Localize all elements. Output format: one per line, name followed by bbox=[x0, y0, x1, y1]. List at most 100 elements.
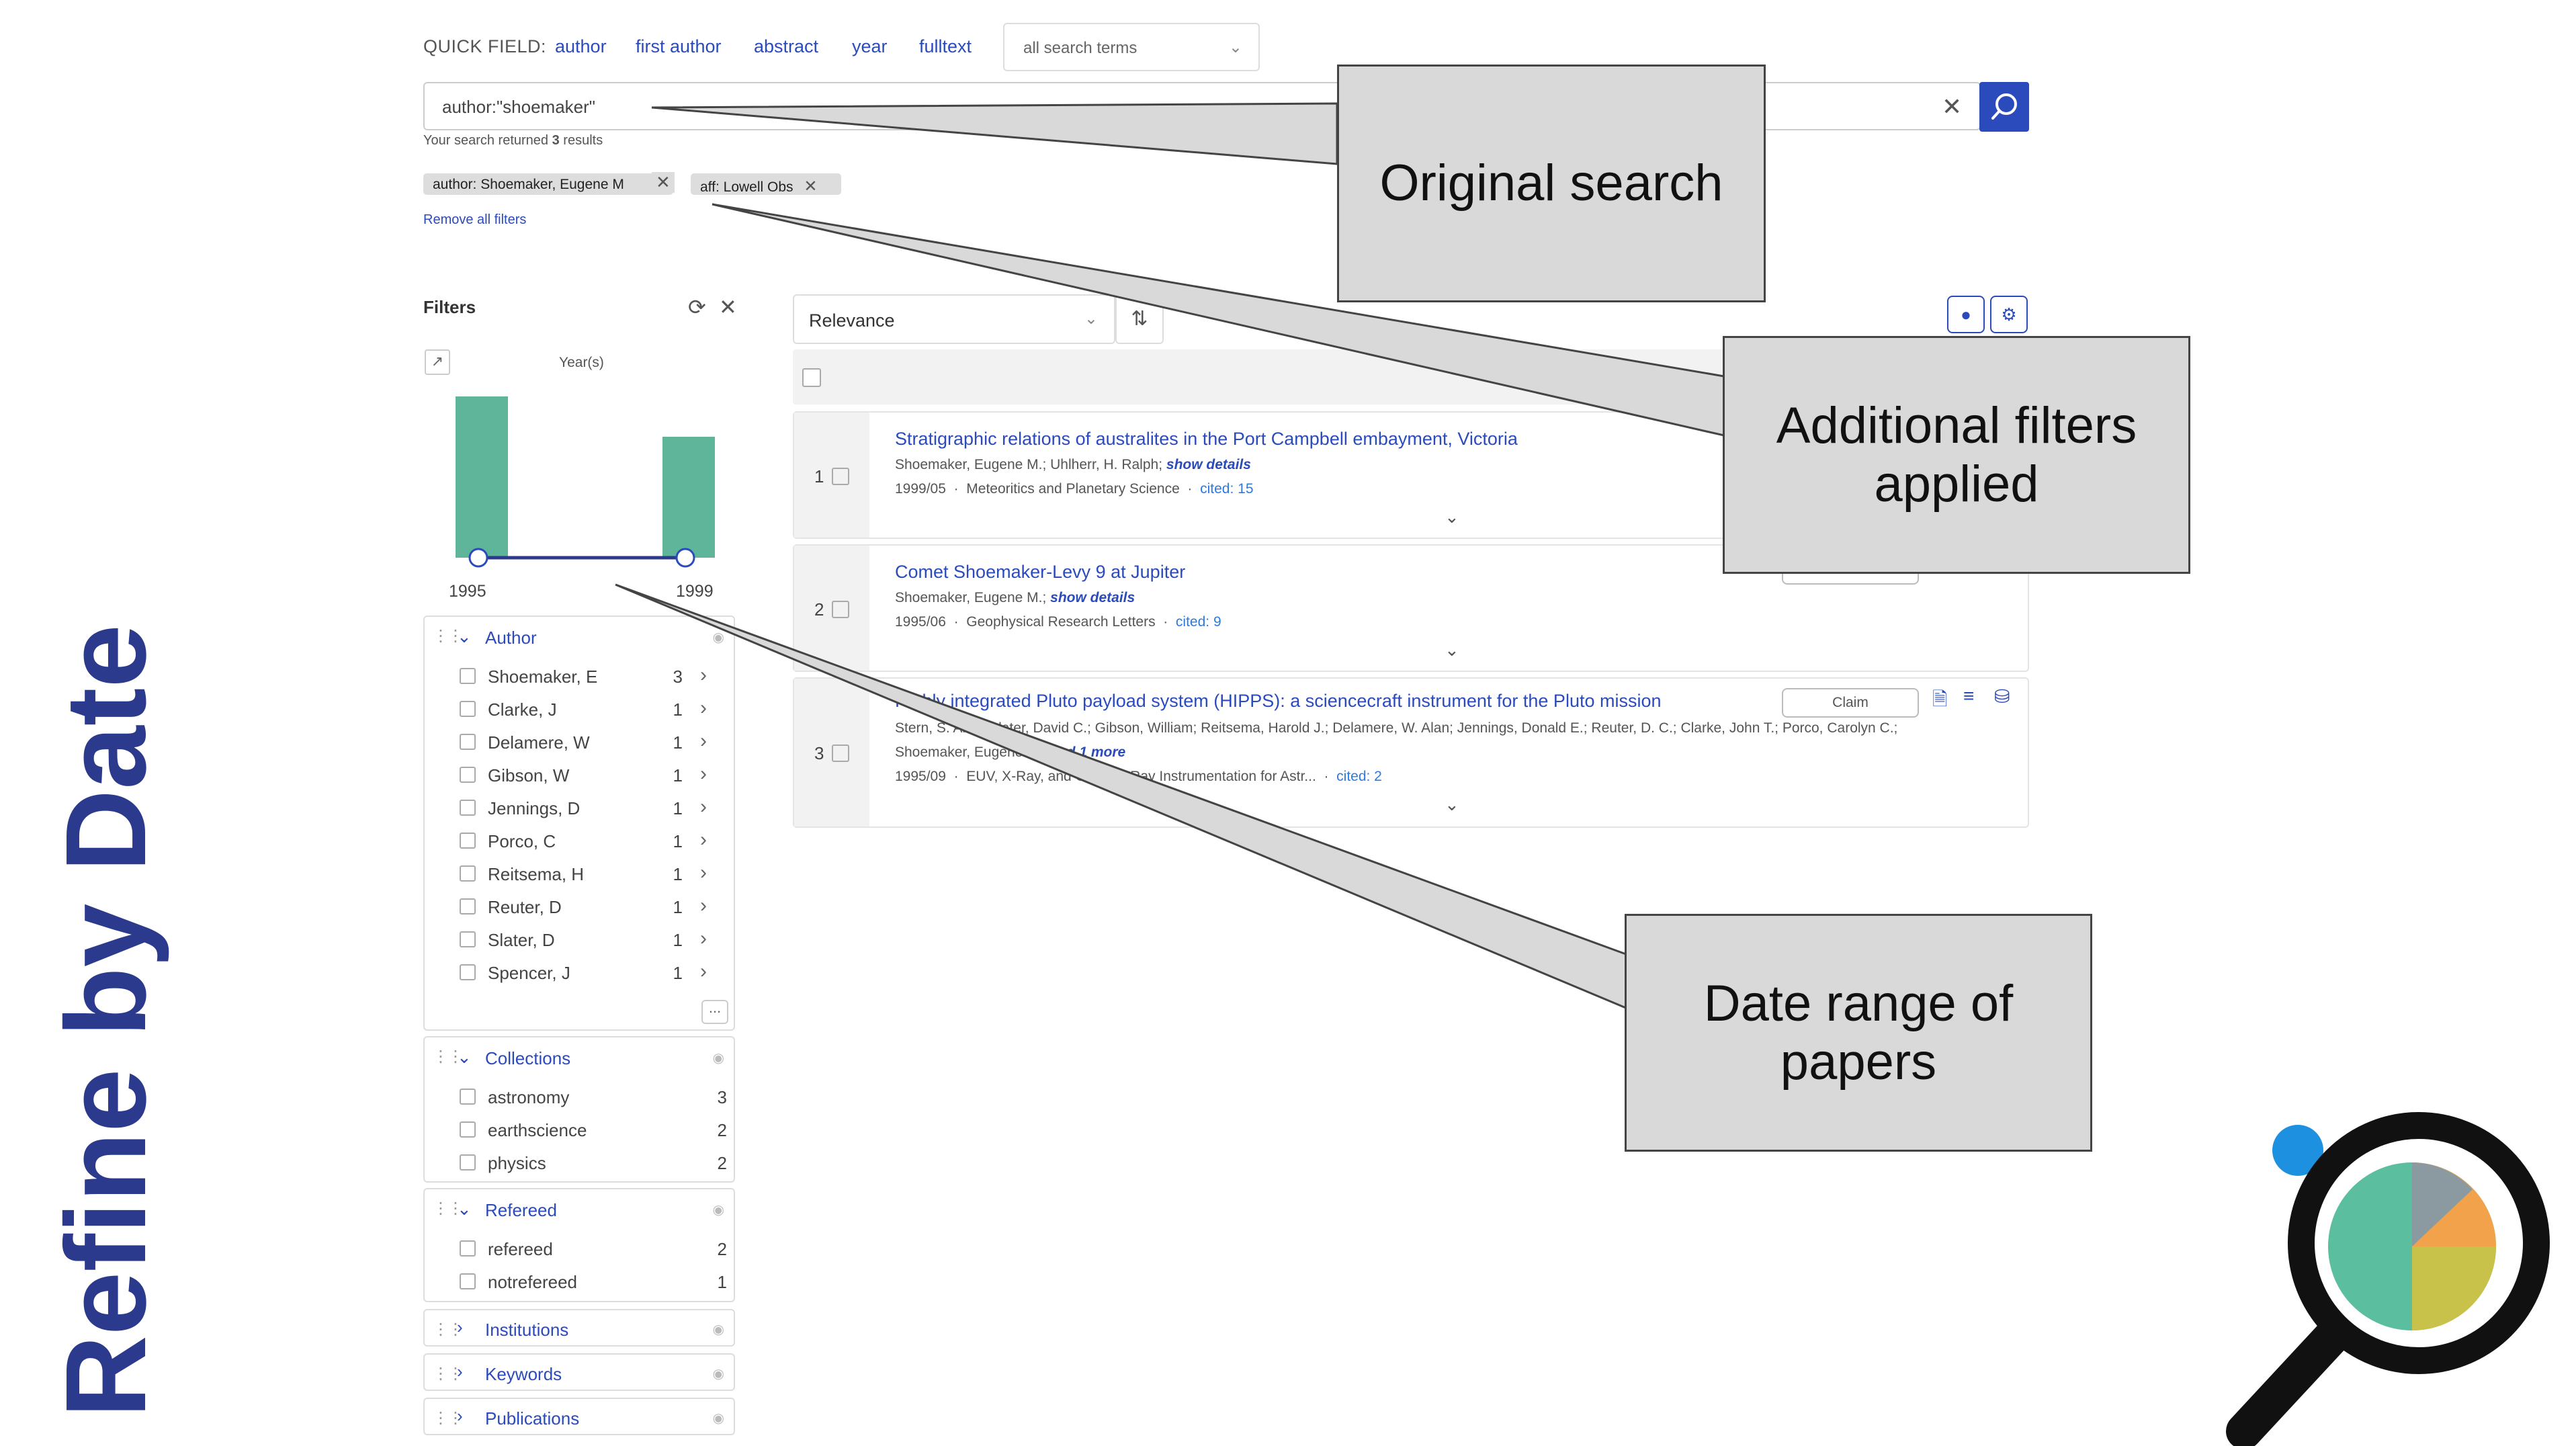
facet-row[interactable]: Reitsema, H 1 › bbox=[425, 859, 734, 891]
facet-row[interactable]: Gibson, W 1 › bbox=[425, 760, 734, 792]
result-cited-link[interactable]: cited: 9 bbox=[1176, 614, 1221, 630]
facet-checkbox[interactable] bbox=[460, 767, 476, 783]
chevron-right-icon[interactable]: › bbox=[700, 730, 707, 753]
quick-field-year[interactable]: year bbox=[852, 36, 888, 57]
facet-checkbox[interactable] bbox=[460, 668, 476, 684]
facet-checkbox[interactable] bbox=[460, 1273, 476, 1289]
facet-row[interactable]: Reuter, D 1 › bbox=[425, 892, 734, 924]
results-count-line: Your search returned 3 results bbox=[423, 133, 603, 148]
chevron-right-icon[interactable]: › bbox=[700, 960, 707, 983]
quick-field-abstract[interactable]: abstract bbox=[754, 36, 818, 57]
institutions-facet[interactable]: ⋮⋮ › Institutions ◉ bbox=[423, 1309, 735, 1347]
collections-facet-header[interactable]: ⋮⋮ ⌄ Collections ◉ bbox=[425, 1037, 734, 1076]
notification-bell-button[interactable]: ● bbox=[1947, 296, 1985, 333]
facet-row[interactable]: Clarke, J 1 › bbox=[425, 694, 734, 726]
refereed-facet-header[interactable]: ⋮⋮ ⌄ Refereed ◉ bbox=[425, 1189, 734, 1228]
facet-row[interactable]: notrefereed 1 bbox=[425, 1267, 734, 1299]
eye-icon[interactable]: ◉ bbox=[713, 1321, 724, 1338]
close-filters-icon[interactable]: ✕ bbox=[719, 294, 737, 320]
expand-chart-icon[interactable]: ↗ bbox=[425, 349, 450, 375]
expand-result-icon[interactable]: ⌄ bbox=[1445, 507, 1459, 527]
chevron-down-icon: ⌄ bbox=[457, 626, 472, 646]
facet-checkbox[interactable] bbox=[460, 701, 476, 717]
facet-checkbox[interactable] bbox=[460, 1089, 476, 1105]
chevron-right-icon[interactable]: › bbox=[700, 828, 707, 851]
remove-all-filters-link[interactable]: Remove all filters bbox=[423, 212, 526, 228]
quick-field-fulltext[interactable]: fulltext bbox=[919, 36, 972, 57]
result-title-link[interactable]: Highly integrated Pluto payload system (… bbox=[895, 691, 1662, 712]
chevron-right-icon[interactable]: › bbox=[700, 796, 707, 818]
facet-checkbox[interactable] bbox=[460, 800, 476, 816]
chevron-right-icon[interactable]: › bbox=[700, 664, 707, 687]
search-button[interactable] bbox=[1979, 82, 2029, 132]
keywords-facet[interactable]: ⋮⋮ › Keywords ◉ bbox=[423, 1353, 735, 1391]
search-terms-select[interactable]: all search terms ⌄ bbox=[1003, 23, 1260, 71]
eye-icon[interactable]: ◉ bbox=[713, 1050, 724, 1066]
eye-icon[interactable]: ◉ bbox=[713, 1201, 724, 1218]
year-bar-1999[interactable] bbox=[662, 437, 715, 558]
claim-button[interactable]: Claim bbox=[1782, 688, 1919, 718]
database-icon[interactable]: ⛁ bbox=[1994, 685, 2010, 708]
sort-select[interactable]: Relevance ⌄ bbox=[793, 294, 1115, 344]
facet-checkbox[interactable] bbox=[460, 865, 476, 882]
facet-checkbox[interactable] bbox=[460, 898, 476, 915]
facet-row[interactable]: Jennings, D 1 › bbox=[425, 793, 734, 825]
author-facet-header[interactable]: ⋮⋮ ⌄ Author ◉ bbox=[425, 617, 734, 656]
result-checkbox[interactable] bbox=[832, 745, 849, 762]
results-count: 3 bbox=[552, 133, 560, 148]
quick-field-first-author[interactable]: first author bbox=[636, 36, 722, 57]
eye-icon[interactable]: ◉ bbox=[713, 1410, 724, 1427]
sort-order-button[interactable]: ⇅ bbox=[1115, 294, 1164, 344]
facet-checkbox[interactable] bbox=[460, 734, 476, 750]
show-details-link[interactable]: show details bbox=[1050, 590, 1135, 605]
remove-chip-author-icon[interactable]: ✕ bbox=[652, 172, 675, 193]
remove-chip-aff-icon[interactable]: ✕ bbox=[804, 177, 817, 195]
result-cited-link[interactable]: cited: 15 bbox=[1200, 481, 1253, 497]
settings-button[interactable]: ⚙ bbox=[1990, 296, 2028, 333]
result-title-link[interactable]: Stratigraphic relations of australites i… bbox=[895, 429, 1518, 450]
facet-checkbox[interactable] bbox=[460, 1154, 476, 1171]
more-authors-button[interactable]: ... bbox=[701, 1000, 728, 1024]
quick-field-author[interactable]: author bbox=[555, 36, 607, 57]
facet-row[interactable]: earthscience 2 bbox=[425, 1115, 734, 1147]
chevron-right-icon[interactable]: › bbox=[700, 927, 707, 950]
chevron-right-icon[interactable]: › bbox=[700, 763, 707, 785]
select-all-checkbox[interactable] bbox=[802, 368, 821, 387]
facet-checkbox[interactable] bbox=[460, 1121, 476, 1138]
document-icon[interactable]: 🗎 bbox=[1932, 685, 1948, 718]
facet-row[interactable]: astronomy 3 bbox=[425, 1082, 734, 1114]
clear-search-icon[interactable]: ✕ bbox=[1942, 93, 1962, 121]
eye-icon[interactable]: ◉ bbox=[713, 629, 724, 646]
facet-checkbox[interactable] bbox=[460, 931, 476, 947]
facet-row[interactable]: physics 2 bbox=[425, 1148, 734, 1180]
facet-row[interactable]: Spencer, J 1 › bbox=[425, 958, 734, 990]
facet-checkbox[interactable] bbox=[460, 1240, 476, 1257]
expand-result-icon[interactable]: ⌄ bbox=[1445, 794, 1459, 815]
year-range-end-handle[interactable] bbox=[675, 548, 695, 568]
show-details-link[interactable]: show details bbox=[1166, 457, 1251, 472]
publications-facet[interactable]: ⋮⋮ › Publications ◉ bbox=[423, 1398, 735, 1435]
more-authors-link[interactable]: and 1 more bbox=[1050, 745, 1125, 760]
list-icon[interactable]: ≡ bbox=[1963, 685, 1974, 707]
year-bar-1995[interactable] bbox=[456, 396, 508, 558]
refresh-icon[interactable]: ⟳ bbox=[688, 294, 706, 320]
facet-row[interactable]: Porco, C 1 › bbox=[425, 826, 734, 858]
result-title-link[interactable]: Comet Shoemaker-Levy 9 at Jupiter bbox=[895, 562, 1185, 583]
facet-row[interactable]: refereed 2 bbox=[425, 1234, 734, 1266]
eye-icon[interactable]: ◉ bbox=[713, 1365, 724, 1382]
facet-row[interactable]: Shoemaker, E 3 › bbox=[425, 661, 734, 693]
result-checkbox[interactable] bbox=[832, 468, 849, 485]
facet-checkbox[interactable] bbox=[460, 964, 476, 980]
result-cited-link[interactable]: cited: 2 bbox=[1336, 769, 1382, 784]
facet-row-label: Slater, D bbox=[488, 930, 555, 950]
result-date: 1995/06 bbox=[895, 614, 946, 630]
facet-row[interactable]: Slater, D 1 › bbox=[425, 925, 734, 957]
result-checkbox[interactable] bbox=[832, 601, 849, 618]
chevron-right-icon[interactable]: › bbox=[700, 861, 707, 884]
facet-checkbox[interactable] bbox=[460, 833, 476, 849]
year-range-start-handle[interactable] bbox=[468, 548, 488, 568]
chevron-right-icon[interactable]: › bbox=[700, 697, 707, 720]
expand-result-icon[interactable]: ⌄ bbox=[1445, 640, 1459, 661]
facet-row[interactable]: Delamere, W 1 › bbox=[425, 727, 734, 759]
chevron-right-icon[interactable]: › bbox=[700, 894, 707, 917]
